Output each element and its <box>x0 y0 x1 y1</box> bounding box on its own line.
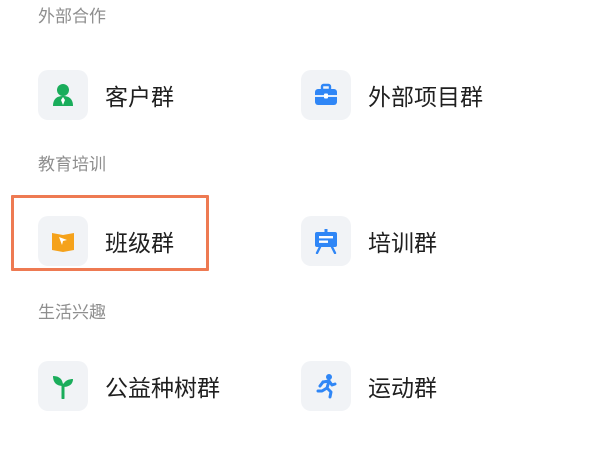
group-type-label: 客户群 <box>105 85 174 111</box>
section-title-life-interests: 生活兴趣 <box>38 303 106 323</box>
running-icon <box>316 374 337 399</box>
group-type-sports[interactable]: 运动群 <box>301 353 437 419</box>
group-type-external-project[interactable]: 外部项目群 <box>301 62 483 128</box>
group-type-tree-planting[interactable]: 公益种树群 <box>38 353 220 419</box>
section-title-education-training: 教育培训 <box>38 155 106 175</box>
sprout-icon <box>53 376 73 399</box>
external-project-group-icon-box <box>301 70 351 120</box>
group-type-label: 外部项目群 <box>368 85 483 111</box>
group-type-label: 公益种树群 <box>105 376 220 402</box>
presentation-board-icon <box>315 229 337 254</box>
customer-group-icon-box <box>38 70 88 120</box>
section-title-external-cooperation: 外部合作 <box>38 7 106 27</box>
group-type-label: 培训群 <box>368 231 437 257</box>
group-type-training[interactable]: 培训群 <box>301 208 437 274</box>
group-type-label: 运动群 <box>368 376 437 402</box>
tree-planting-group-icon-box <box>38 361 88 411</box>
briefcase-icon <box>315 83 337 105</box>
sports-group-icon-box <box>301 361 351 411</box>
training-group-icon-box <box>301 216 351 266</box>
highlight-box <box>11 195 209 271</box>
person-icon <box>53 84 73 106</box>
group-type-customer[interactable]: 客户群 <box>38 62 174 128</box>
